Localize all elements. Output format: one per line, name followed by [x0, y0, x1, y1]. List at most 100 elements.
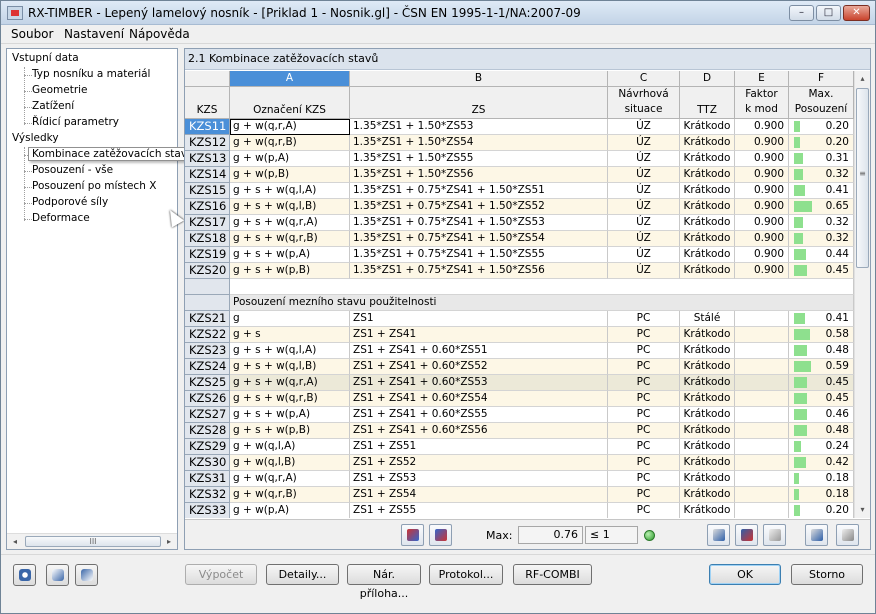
- cell-posouzeni[interactable]: 0.24: [789, 439, 854, 455]
- help-icon[interactable]: [13, 564, 36, 586]
- export-icon[interactable]: [805, 524, 828, 546]
- cell-oznaceni[interactable]: g + w(q,r,A): [230, 119, 350, 135]
- scroll-up-icon[interactable]: ▴: [855, 71, 870, 87]
- row-label[interactable]: KZS23: [185, 343, 230, 359]
- cell-situace[interactable]: ÚZ: [608, 167, 680, 183]
- tree-zatizeni[interactable]: Zatížení: [32, 100, 74, 112]
- cell-zs[interactable]: ZS1 + ZS54: [350, 487, 608, 503]
- cell-ttz[interactable]: Krátkodo: [680, 231, 735, 247]
- cell-situace[interactable]: PC: [608, 487, 680, 503]
- col-letter-c[interactable]: C: [608, 71, 680, 87]
- cell-kmod[interactable]: 0.900: [735, 183, 789, 199]
- scroll-right-icon[interactable]: ▸: [161, 534, 177, 549]
- cell-zs[interactable]: 1.35*ZS1 + 1.50*ZS56: [350, 167, 608, 183]
- cell-kmod[interactable]: [735, 423, 789, 439]
- cell-ttz[interactable]: Krátkodo: [680, 247, 735, 263]
- row-label[interactable]: KZS21: [185, 311, 230, 327]
- cell-kmod[interactable]: [735, 471, 789, 487]
- cell-oznaceni[interactable]: g + w(q,r,B): [230, 135, 350, 151]
- cell-oznaceni[interactable]: g + s + w(q,r,A): [230, 375, 350, 391]
- cell-situace[interactable]: PC: [608, 471, 680, 487]
- cell-kmod[interactable]: [735, 407, 789, 423]
- cell-ttz[interactable]: Krátkodo: [680, 343, 735, 359]
- tree-typ-nosniku[interactable]: Typ nosníku a materiál: [32, 68, 150, 80]
- cell-zs[interactable]: 1.35*ZS1 + 1.50*ZS53: [350, 119, 608, 135]
- settings-tool-icon[interactable]: [707, 524, 730, 546]
- row-label[interactable]: KZS28: [185, 423, 230, 439]
- row-label[interactable]: KZS26: [185, 391, 230, 407]
- cell-kmod[interactable]: [735, 343, 789, 359]
- table-row[interactable]: KZS32 g + w(q,r,B) ZS1 + ZS54 PC Krátkodo 0.1…: [185, 487, 854, 503]
- cell-kmod[interactable]: 0.900: [735, 231, 789, 247]
- row-label[interactable]: KZS32: [185, 487, 230, 503]
- cell-posouzeni[interactable]: 0.20: [789, 119, 854, 135]
- cell-oznaceni[interactable]: g + w(q,r,A): [230, 471, 350, 487]
- table-row[interactable]: KZS13 g + w(p,A) 1.35*ZS1 + 1.50*ZS55 ÚZ Krá…: [185, 151, 854, 167]
- row-label[interactable]: KZS29: [185, 439, 230, 455]
- cell-ttz[interactable]: Krátkodo: [680, 215, 735, 231]
- cell-zs[interactable]: 1.35*ZS1 + 0.75*ZS41 + 1.50*ZS53: [350, 215, 608, 231]
- cell-oznaceni[interactable]: g + s + w(q,l,B): [230, 199, 350, 215]
- cell-ttz[interactable]: Krátkodo: [680, 327, 735, 343]
- cell-situace[interactable]: PC: [608, 311, 680, 327]
- table-row[interactable]: KZS24 g + s + w(q,l,B) ZS1 + ZS41 + 0.60*Z…: [185, 359, 854, 375]
- cell-ttz[interactable]: Stálé: [680, 311, 735, 327]
- cell-situace[interactable]: ÚZ: [608, 215, 680, 231]
- cell-zs[interactable]: 1.35*ZS1 + 1.50*ZS54: [350, 135, 608, 151]
- row-label[interactable]: KZS11: [185, 119, 230, 135]
- cell-zs[interactable]: ZS1 + ZS41: [350, 327, 608, 343]
- cell-posouzeni[interactable]: 0.48: [789, 423, 854, 439]
- cell-oznaceni[interactable]: g + s + w(q,r,A): [230, 215, 350, 231]
- tree-vstupni-data[interactable]: Vstupní data: [12, 52, 79, 64]
- cell-posouzeni[interactable]: 0.20: [789, 503, 854, 518]
- cell-kmod[interactable]: 0.900: [735, 119, 789, 135]
- narodni-priloha-button[interactable]: Nár. příloha...: [347, 564, 421, 600]
- cell-situace[interactable]: PC: [608, 439, 680, 455]
- cell-ttz[interactable]: Krátkodo: [680, 407, 735, 423]
- menu-soubor[interactable]: Soubor: [11, 27, 53, 41]
- table-row[interactable]: KZS28 g + s + w(p,B) ZS1 + ZS41 + 0.60*ZS5…: [185, 423, 854, 439]
- tree-posouzeni-vse[interactable]: Posouzení - vše: [32, 164, 113, 176]
- table-row[interactable]: KZS15 g + s + w(q,l,A) 1.35*ZS1 + 0.75*ZS4…: [185, 183, 854, 199]
- row-label[interactable]: KZS16: [185, 199, 230, 215]
- table-row[interactable]: KZS25 g + s + w(q,r,A) ZS1 + ZS41 + 0.60*Z…: [185, 375, 854, 391]
- cell-ttz[interactable]: Krátkodo: [680, 487, 735, 503]
- row-label[interactable]: KZS30: [185, 455, 230, 471]
- col-letter-b[interactable]: B: [350, 71, 608, 87]
- table-row[interactable]: KZS18 g + s + w(q,r,B) 1.35*ZS1 + 0.75*ZS4…: [185, 231, 854, 247]
- cell-zs[interactable]: 1.35*ZS1 + 0.75*ZS41 + 1.50*ZS52: [350, 199, 608, 215]
- cell-posouzeni[interactable]: 0.41: [789, 311, 854, 327]
- cell-situace[interactable]: ÚZ: [608, 247, 680, 263]
- close-button[interactable]: ✕: [843, 5, 870, 21]
- cell-situace[interactable]: PC: [608, 503, 680, 518]
- cell-posouzeni[interactable]: 0.32: [789, 215, 854, 231]
- cell-posouzeni[interactable]: 0.45: [789, 263, 854, 279]
- cell-situace[interactable]: ÚZ: [608, 119, 680, 135]
- cell-situace[interactable]: PC: [608, 407, 680, 423]
- cell-posouzeni[interactable]: 0.31: [789, 151, 854, 167]
- cell-zs[interactable]: 1.35*ZS1 + 0.75*ZS41 + 1.50*ZS54: [350, 231, 608, 247]
- storno-button[interactable]: Storno: [791, 564, 863, 585]
- table-row[interactable]: KZS14 g + w(p,B) 1.35*ZS1 + 1.50*ZS56 ÚZ Krá…: [185, 167, 854, 183]
- cell-zs[interactable]: ZS1 + ZS41 + 0.60*ZS52: [350, 359, 608, 375]
- table-row[interactable]: KZS23 g + s + w(q,l,A) ZS1 + ZS41 + 0.60*Z…: [185, 343, 854, 359]
- cell-zs[interactable]: 1.35*ZS1 + 0.75*ZS41 + 1.50*ZS55: [350, 247, 608, 263]
- cell-kmod[interactable]: [735, 359, 789, 375]
- cell-ttz[interactable]: Krátkodo: [680, 423, 735, 439]
- cell-oznaceni[interactable]: g + s: [230, 327, 350, 343]
- cell-situace[interactable]: PC: [608, 423, 680, 439]
- row-label[interactable]: KZS18: [185, 231, 230, 247]
- row-label[interactable]: KZS22: [185, 327, 230, 343]
- cell-oznaceni[interactable]: g + w(q,l,A): [230, 439, 350, 455]
- cell-zs[interactable]: ZS1: [350, 311, 608, 327]
- cell-ttz[interactable]: Krátkodo: [680, 263, 735, 279]
- menu-napoveda[interactable]: Nápověda: [129, 27, 190, 41]
- detaily-button[interactable]: Detaily...: [266, 564, 339, 585]
- cell-situace[interactable]: ÚZ: [608, 151, 680, 167]
- table-row[interactable]: KZS27 g + s + w(p,A) ZS1 + ZS41 + 0.60*ZS5…: [185, 407, 854, 423]
- cell-posouzeni[interactable]: 0.41: [789, 183, 854, 199]
- cell-situace[interactable]: ÚZ: [608, 263, 680, 279]
- cell-oznaceni[interactable]: g + s + w(q,r,B): [230, 231, 350, 247]
- cell-situace[interactable]: ÚZ: [608, 183, 680, 199]
- cell-oznaceni[interactable]: g + s + w(q,l,A): [230, 183, 350, 199]
